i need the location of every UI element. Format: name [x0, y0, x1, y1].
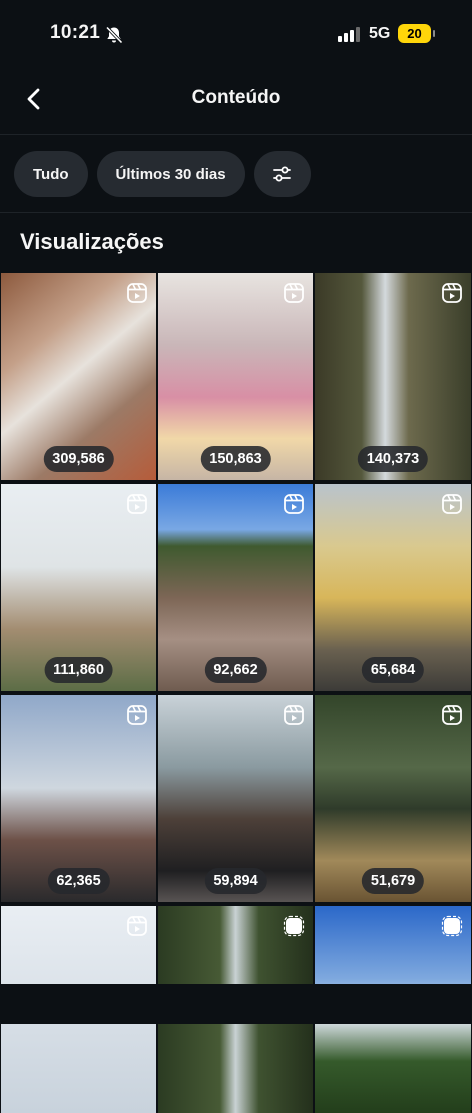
bell-slash-icon	[105, 26, 123, 44]
view-count: 309,586	[43, 446, 114, 472]
page-header: Conteúdo	[0, 70, 472, 135]
battery-indicator: 20	[398, 24, 435, 43]
content-tile[interactable]: 59,894	[158, 695, 313, 902]
filter-options-button[interactable]	[253, 151, 311, 197]
content-tile[interactable]: 111,860	[1, 484, 156, 691]
status-bar: 10:21 5G 20	[0, 0, 472, 70]
story-icon	[441, 915, 463, 937]
view-count: 51,679	[361, 868, 425, 894]
reel-icon	[127, 705, 147, 725]
page-title: Conteúdo	[191, 87, 281, 108]
filter-bar: Tudo Últimos 30 dias	[14, 151, 311, 199]
content-tile[interactable]: 92,662	[158, 484, 313, 691]
content-tile[interactable]: 309,586	[1, 273, 156, 480]
reel-icon	[442, 705, 462, 725]
reel-icon	[442, 494, 462, 514]
story-icon	[283, 915, 305, 937]
reel-icon	[127, 916, 147, 936]
content-tile[interactable]: 51,679	[315, 695, 471, 902]
section-title: Visualizações	[20, 229, 164, 254]
content-tile[interactable]: 62,365	[1, 695, 156, 902]
view-count: 62,365	[47, 868, 110, 894]
filter-all-button[interactable]: Tudo	[14, 151, 88, 197]
view-count: 111,860	[44, 657, 113, 683]
content-tile[interactable]: 140,373	[315, 273, 471, 480]
signal-icon	[338, 27, 360, 42]
content-tile[interactable]: 150,863	[158, 273, 313, 480]
reel-icon	[284, 283, 304, 303]
reel-icon	[442, 283, 462, 303]
divider	[0, 212, 472, 213]
network-type: 5G	[369, 25, 391, 42]
reel-icon	[127, 283, 147, 303]
view-count: 59,894	[204, 868, 267, 894]
view-count: 92,662	[204, 657, 267, 683]
sliders-icon	[273, 166, 291, 182]
status-time: 10:21	[50, 22, 101, 43]
reel-icon	[284, 494, 304, 514]
reel-icon	[284, 705, 304, 725]
bottom-area	[0, 984, 472, 1024]
view-count: 150,863	[200, 446, 271, 472]
view-count: 65,684	[361, 657, 425, 683]
content-tile[interactable]: 65,684	[315, 484, 471, 691]
date-range-button[interactable]: Últimos 30 dias	[96, 151, 245, 197]
reel-icon	[127, 494, 147, 514]
view-count: 140,373	[357, 446, 429, 472]
